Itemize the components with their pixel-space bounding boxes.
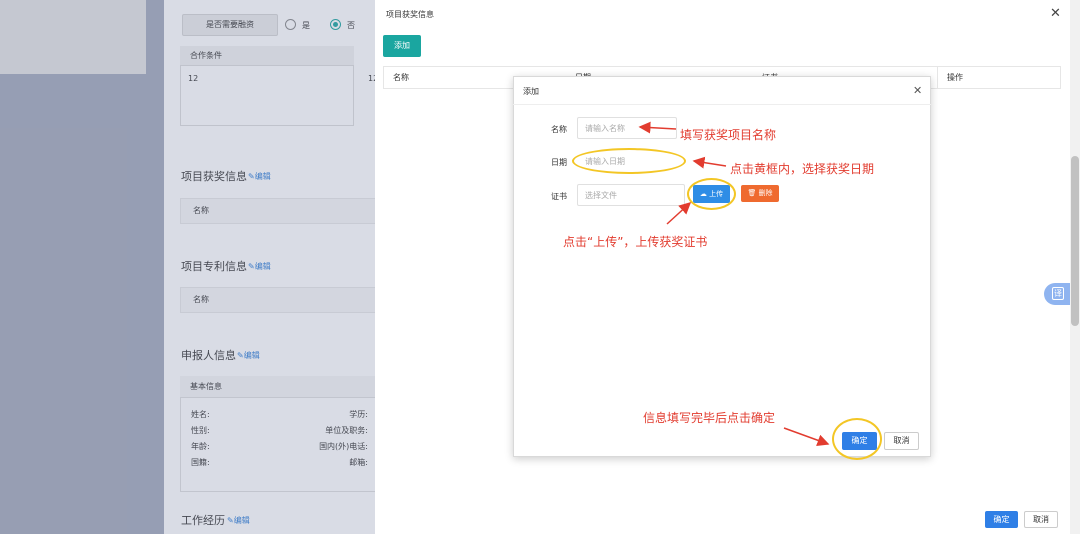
arrow-to-upload [666,201,692,225]
arrow-to-confirm [783,427,830,447]
arrow-to-name [638,121,677,134]
hint-upload: 点击“上传”，上传获奖证书 [563,235,708,249]
hint-confirm: 信息填写完毕后点击确定 [643,411,776,425]
arrow-to-date [692,156,727,169]
annotation-arrows [638,121,830,447]
hint-date: 点击黄框内，选择获奖日期 [730,162,875,176]
hint-name: 填写获奖项目名称 [680,128,777,142]
